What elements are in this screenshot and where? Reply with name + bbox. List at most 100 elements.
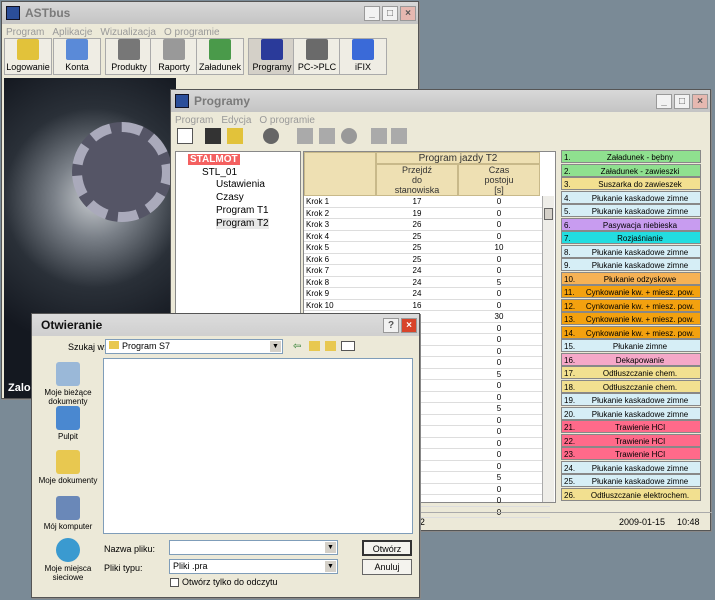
new-icon[interactable] bbox=[177, 128, 193, 144]
open-button[interactable]: Otwórz bbox=[362, 540, 412, 556]
dialog-close-button[interactable]: × bbox=[401, 317, 417, 333]
station-value: 16 bbox=[412, 300, 422, 310]
table-row[interactable]: Krok 5 25 10 bbox=[304, 242, 550, 254]
station-item[interactable]: 24. Płukanie kaskadowe zimne bbox=[561, 460, 701, 474]
view-menu-icon[interactable] bbox=[341, 341, 355, 351]
table-row[interactable]: Krok 4 25 0 bbox=[304, 231, 550, 242]
help-button[interactable]: ? bbox=[383, 317, 399, 333]
station-item[interactable]: 16. Dekapowanie bbox=[561, 352, 701, 366]
programy-minimize-button[interactable]: _ bbox=[656, 93, 672, 109]
filetype-dropdown-icon[interactable]: ▼ bbox=[325, 561, 336, 572]
cut-icon[interactable] bbox=[297, 128, 313, 144]
delete-icon[interactable] bbox=[341, 128, 357, 144]
konta-button[interactable]: Konta bbox=[53, 38, 101, 75]
filename-dropdown-icon[interactable]: ▼ bbox=[325, 542, 336, 553]
station-item[interactable]: 1. Załadunek - bębny bbox=[561, 150, 701, 163]
table-row[interactable]: Krok 2 19 0 bbox=[304, 208, 550, 219]
up-folder-icon[interactable] bbox=[309, 341, 320, 351]
station-item[interactable]: 12. Cynkowanie kw. + miesz. pow. bbox=[561, 298, 701, 312]
pc-plc-button[interactable]: PC->PLC bbox=[293, 38, 341, 75]
look-in-select[interactable]: Program S7 ▼ bbox=[105, 339, 283, 354]
close-button[interactable]: × bbox=[400, 5, 416, 21]
station-item[interactable]: 23. Trawienie HCl bbox=[561, 447, 701, 460]
place-recent[interactable]: Moje bieżące dokumenty bbox=[33, 362, 103, 406]
programy-close-button[interactable]: × bbox=[692, 93, 708, 109]
station-item[interactable]: 20. Płukanie kaskadowe zimne bbox=[561, 406, 701, 420]
table-row[interactable]: Krok 9 24 0 bbox=[304, 288, 550, 300]
station-item[interactable]: 14. Cynkowanie kw. + miesz. pow. bbox=[561, 325, 701, 339]
station-item[interactable]: 4. Płukanie kaskadowe zimne bbox=[561, 190, 701, 204]
menu-o-programie[interactable]: O programie bbox=[164, 27, 220, 38]
station-item[interactable]: 18. Odtłuszczanie chem. bbox=[561, 379, 701, 393]
tools-icon[interactable] bbox=[263, 128, 279, 144]
logowanie-button[interactable]: Logowanie bbox=[4, 38, 52, 75]
menu-wizualizacja[interactable]: Wizualizacja bbox=[100, 27, 156, 38]
station-item[interactable]: 25. Płukanie kaskadowe zimne bbox=[561, 474, 701, 487]
table-row[interactable]: Krok 8 24 5 bbox=[304, 277, 550, 288]
import-icon[interactable] bbox=[391, 128, 407, 144]
copy-icon[interactable] bbox=[319, 128, 335, 144]
menu-edycja[interactable]: Edycja bbox=[221, 115, 251, 126]
station-label: Suszarka do zawieszek bbox=[598, 180, 682, 189]
place-my-documents[interactable]: Moje dokumenty bbox=[33, 450, 103, 485]
new-folder-icon[interactable] bbox=[325, 341, 336, 351]
table-row[interactable]: Krok 10 16 0 bbox=[304, 300, 550, 311]
file-list[interactable] bbox=[103, 358, 413, 534]
minimize-button[interactable]: _ bbox=[364, 5, 380, 21]
station-item[interactable]: 10. Płukanie odzyskowe bbox=[561, 271, 701, 285]
place-desktop[interactable]: Pulpit bbox=[33, 406, 103, 441]
table-row[interactable]: Krok 7 24 0 bbox=[304, 265, 550, 277]
tree-node[interactable]: STL_01 bbox=[202, 167, 237, 178]
time-value: 0 bbox=[496, 300, 502, 310]
station-item[interactable]: 17. Odtłuszczanie chem. bbox=[561, 366, 701, 379]
menu-program[interactable]: Program bbox=[175, 115, 213, 126]
place-network[interactable]: Moje miejsca sieciowe bbox=[33, 538, 103, 582]
place-my-computer[interactable]: Mój komputer bbox=[33, 496, 103, 531]
produkty-button[interactable]: Produkty bbox=[105, 38, 153, 75]
cancel-button[interactable]: Anuluj bbox=[362, 559, 412, 575]
raporty-button[interactable]: Raporty bbox=[150, 38, 198, 75]
table-row[interactable]: Krok 6 25 0 bbox=[304, 254, 550, 265]
programy-button[interactable]: Programy bbox=[248, 38, 296, 75]
zaladunek-button[interactable]: Załadunek bbox=[196, 38, 244, 75]
station-item[interactable]: 9. Płukanie kaskadowe zimne bbox=[561, 258, 701, 271]
open-icon[interactable] bbox=[227, 128, 243, 144]
menu-aplikacje[interactable]: Aplikacje bbox=[52, 27, 92, 38]
station-value: 17 bbox=[412, 197, 422, 206]
station-item[interactable]: 26. Odtłuszczanie elektrochem. bbox=[561, 487, 701, 501]
station-item[interactable]: 22. Trawienie HCl bbox=[561, 433, 701, 447]
tree-item-ustawienia[interactable]: Ustawienia bbox=[216, 179, 265, 190]
station-item[interactable]: 3. Suszarka do zawieszek bbox=[561, 177, 701, 190]
readonly-checkbox[interactable] bbox=[170, 578, 179, 587]
export-icon[interactable] bbox=[371, 128, 387, 144]
filename-input[interactable] bbox=[169, 540, 338, 555]
station-item[interactable]: 11. Cynkowanie kw. + miesz. pow. bbox=[561, 285, 701, 298]
station-item[interactable]: 6. Pasywacja niebieska bbox=[561, 217, 701, 231]
table-row[interactable]: Krok 3 26 0 bbox=[304, 219, 550, 231]
programy-maximize-button[interactable]: □ bbox=[674, 93, 690, 109]
station-item[interactable]: 2. Załadunek - zawieszki bbox=[561, 163, 701, 177]
menu-o-programie[interactable]: O programie bbox=[259, 115, 315, 126]
station-item[interactable]: 15. Płukanie zimne bbox=[561, 339, 701, 352]
back-icon[interactable]: ⇦ bbox=[293, 341, 301, 352]
station-item[interactable]: 13. Cynkowanie kw. + miesz. pow. bbox=[561, 312, 701, 325]
maximize-button[interactable]: □ bbox=[382, 5, 398, 21]
scroll-thumb[interactable] bbox=[544, 208, 553, 220]
filetype-select[interactable]: Pliki .pra bbox=[169, 559, 338, 574]
tree-root[interactable]: STALMOT bbox=[188, 154, 240, 165]
save-icon[interactable] bbox=[205, 128, 221, 144]
table-row[interactable]: Krok 1 17 0 bbox=[304, 196, 550, 208]
station-item[interactable]: 21. Trawienie HCl bbox=[561, 420, 701, 433]
tree-item-program-t2[interactable]: Program T2 bbox=[216, 218, 269, 229]
station-item[interactable]: 7. Rozjaśnianie bbox=[561, 231, 701, 244]
station-item[interactable]: 19. Płukanie kaskadowe zimne bbox=[561, 393, 701, 406]
corner-header bbox=[304, 152, 376, 196]
menu-program[interactable]: Program bbox=[6, 27, 44, 38]
station-item[interactable]: 5. Płukanie kaskadowe zimne bbox=[561, 204, 701, 217]
tree-item-program-t1[interactable]: Program T1 bbox=[216, 205, 269, 216]
table-scrollbar[interactable] bbox=[542, 196, 554, 502]
tree-item-czasy[interactable]: Czasy bbox=[216, 192, 244, 203]
ifix-button[interactable]: iFIX bbox=[339, 38, 387, 75]
station-item[interactable]: 8. Płukanie kaskadowe zimne bbox=[561, 244, 701, 258]
folder-icon bbox=[109, 341, 119, 349]
